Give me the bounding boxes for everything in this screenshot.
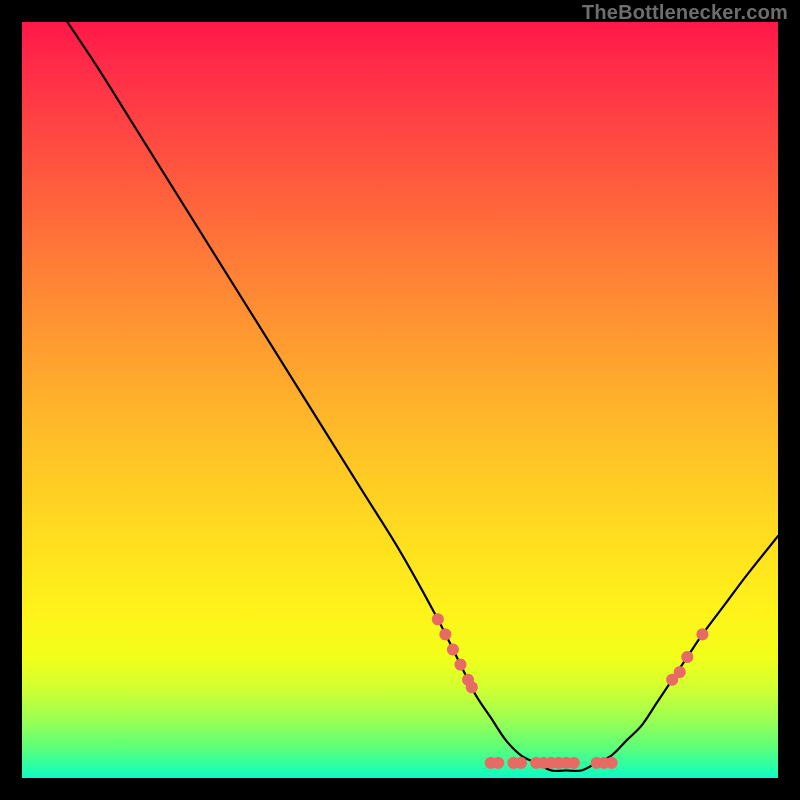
- curve-marker: [681, 651, 693, 663]
- curve-markers-group: [432, 613, 709, 769]
- chart-plot-area: [22, 22, 778, 778]
- curve-marker: [696, 628, 708, 640]
- bottleneck-curve-line: [67, 22, 778, 771]
- chart-svg: [22, 22, 778, 778]
- curve-marker: [568, 757, 580, 769]
- curve-marker: [447, 643, 459, 655]
- curve-marker: [466, 681, 478, 693]
- curve-marker: [454, 659, 466, 671]
- curve-marker: [515, 757, 527, 769]
- curve-marker: [674, 666, 686, 678]
- curve-marker: [432, 613, 444, 625]
- watermark-text: TheBottlenecker.com: [582, 2, 788, 25]
- curve-marker: [606, 757, 618, 769]
- curve-marker: [492, 757, 504, 769]
- curve-marker: [439, 628, 451, 640]
